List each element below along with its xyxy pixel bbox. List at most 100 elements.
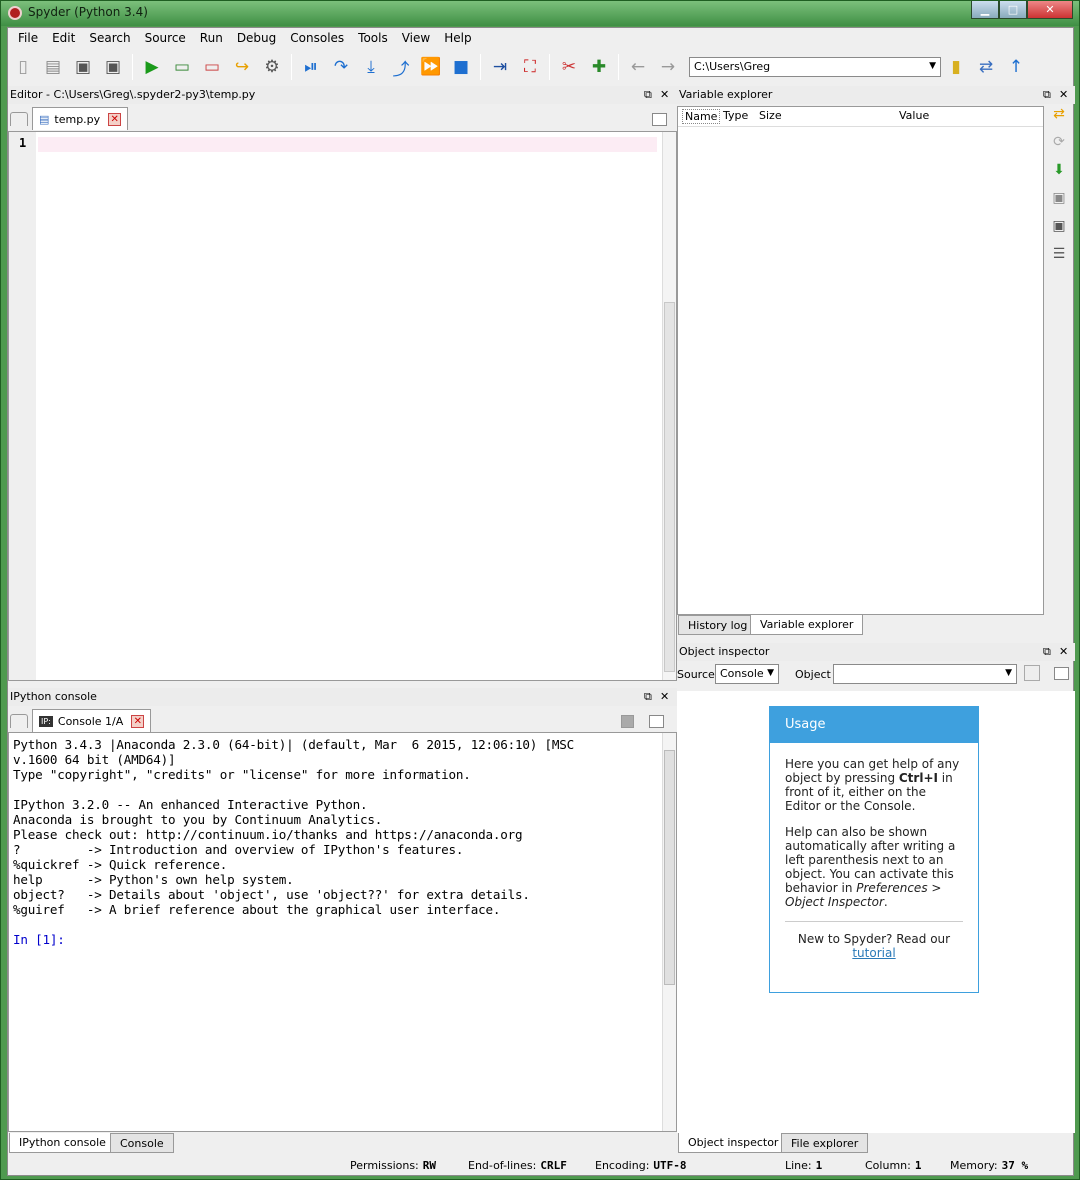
options-menu-icon[interactable]	[1054, 667, 1069, 680]
undock-icon[interactable]: ⧉	[644, 690, 652, 704]
close-pane-icon[interactable]: ✕	[660, 690, 669, 703]
maximize-pane-icon[interactable]: ⇥	[486, 53, 514, 81]
parent-dir-arrow-icon[interactable]: ↑	[1002, 53, 1030, 81]
continue-icon[interactable]: ⏩	[417, 53, 445, 81]
usage-paragraph-2: Help can also be shown automatically aft…	[785, 825, 956, 909]
console-scrollbar-thumb[interactable]	[664, 750, 675, 985]
preferences-icon[interactable]: ✂	[555, 53, 583, 81]
menu-search[interactable]: Search	[82, 31, 137, 45]
close-window-button[interactable]: ✕	[1027, 1, 1073, 19]
minimize-button[interactable]: ▁	[971, 1, 999, 19]
download-arrow-icon[interactable]: ⬇	[1048, 162, 1070, 190]
status-memory: Memory: 37 %	[950, 1159, 1029, 1172]
new-file-icon[interactable]: ▯	[9, 53, 37, 81]
back-arrow-icon[interactable]: ←	[624, 53, 652, 81]
undock-icon[interactable]: ⧉	[1043, 88, 1051, 102]
debug-icon[interactable]: ⏯	[297, 53, 325, 81]
menu-run[interactable]: Run	[193, 31, 230, 45]
run-icon[interactable]: ▶	[138, 53, 166, 81]
step-into-icon[interactable]: ⤓	[357, 53, 385, 81]
run-cell-advance-icon[interactable]: ▭	[198, 53, 226, 81]
tab-variable-explorer[interactable]: Variable explorer	[750, 615, 864, 635]
options-menu-icon[interactable]	[649, 715, 664, 728]
stop-kernel-icon[interactable]	[621, 715, 634, 728]
save-icon[interactable]: ▣	[69, 53, 97, 81]
tutorial-link[interactable]: tutorial	[852, 946, 895, 960]
menu-consoles[interactable]: Consoles	[283, 31, 351, 45]
column-header-name[interactable]: Name	[682, 109, 721, 124]
maximize-button[interactable]: □	[999, 1, 1027, 19]
main-area: File Edit Search Source Run Debug Consol…	[7, 27, 1075, 1176]
tab-history-log[interactable]: History log	[678, 615, 758, 635]
tab-ipython-console[interactable]: IPython console	[9, 1133, 116, 1153]
open-file-icon[interactable]: ▤	[39, 53, 67, 81]
import-data-icon[interactable]: ⇄	[1048, 106, 1070, 134]
source-select[interactable]: Console ▼	[715, 664, 779, 684]
editor-pane-title: Editor - C:\Users\Greg\.spyder2-py3\temp…	[10, 88, 256, 101]
menu-tools[interactable]: Tools	[351, 31, 395, 45]
step-return-icon[interactable]: ⤴	[387, 53, 415, 81]
step-icon[interactable]: ↷	[327, 53, 355, 81]
console-prompt[interactable]: In [1]:	[13, 932, 574, 947]
close-pane-icon[interactable]: ✕	[1059, 645, 1068, 658]
editor-scrollbar-thumb[interactable]	[664, 302, 675, 672]
tab-console-1a[interactable]: IP: Console 1/A ✕	[32, 709, 152, 732]
menu-bar: File Edit Search Source Run Debug Consol…	[8, 28, 1073, 48]
variable-table[interactable]: Name Type Size Value	[677, 106, 1044, 615]
working-directory-combo[interactable]: C:\Users\Greg ▼	[689, 57, 941, 77]
refresh-icon[interactable]: ⟳	[1048, 134, 1070, 162]
lock-icon[interactable]	[1024, 665, 1040, 681]
menu-edit[interactable]: Edit	[45, 31, 82, 45]
status-eol: End-of-lines: CRLF	[468, 1159, 567, 1172]
column-header-value[interactable]: Value	[899, 109, 929, 122]
save-data-icon[interactable]: ▣	[1048, 190, 1070, 218]
python-change-dir-icon[interactable]: ⇄	[972, 53, 1000, 81]
pythonpath-manager-icon[interactable]: ✚	[585, 53, 613, 81]
stop-debug-icon[interactable]: ■	[447, 53, 475, 81]
console-scrollbar[interactable]	[662, 733, 676, 1131]
run-cell-icon[interactable]: ▭	[168, 53, 196, 81]
menu-debug[interactable]: Debug	[230, 31, 283, 45]
browse-tabs-icon[interactable]	[10, 112, 28, 126]
source-label: Source	[677, 668, 715, 681]
menu-help[interactable]: Help	[437, 31, 478, 45]
column-header-size[interactable]: Size	[759, 109, 782, 122]
tab-file-explorer[interactable]: File explorer	[781, 1133, 869, 1153]
browse-tabs-icon[interactable]	[10, 714, 28, 728]
menu-source[interactable]: Source	[138, 31, 193, 45]
variable-explorer-header: Variable explorer ⧉ ✕	[677, 86, 1075, 104]
run-config-icon[interactable]: ⚙	[258, 53, 286, 81]
code-editor[interactable]: 1	[8, 131, 677, 681]
tab-temp-py[interactable]: ▤ temp.py ✕	[32, 107, 129, 130]
close-pane-icon[interactable]: ✕	[1059, 88, 1068, 101]
object-inspector-content: Usage Here you can get help of any objec…	[677, 691, 1075, 1133]
run-selection-icon[interactable]: ↪	[228, 53, 256, 81]
options-menu-icon[interactable]: ☰	[1048, 246, 1070, 274]
tab-object-inspector[interactable]: Object inspector	[678, 1133, 789, 1153]
status-column: Column: 1	[865, 1159, 922, 1172]
title-bar[interactable]: Spyder (Python 3.4) ▁ □ ✕	[1, 1, 1079, 26]
menu-file[interactable]: File	[11, 31, 45, 45]
save-all-icon[interactable]: ▣	[99, 53, 127, 81]
ipython-console[interactable]: Python 3.4.3 |Anaconda 2.3.0 (64-bit)| (…	[8, 732, 677, 1132]
usage-title: Usage	[770, 707, 978, 743]
undock-icon[interactable]: ⧉	[644, 88, 652, 102]
tab-console[interactable]: Console	[110, 1133, 174, 1153]
undock-icon[interactable]: ⧉	[1043, 645, 1051, 659]
object-input[interactable]: ▼	[833, 664, 1017, 684]
object-inspector-header: Object inspector ⧉ ✕	[677, 643, 1075, 661]
column-header-type[interactable]: Type	[723, 109, 748, 122]
browse-folder-icon[interactable]: ▮	[942, 53, 970, 81]
options-menu-icon[interactable]	[652, 113, 667, 126]
save-data-as-icon[interactable]: ▣	[1048, 218, 1070, 246]
close-pane-icon[interactable]: ✕	[660, 88, 669, 101]
table-header: Name Type Size Value	[678, 107, 1043, 127]
menu-view[interactable]: View	[395, 31, 437, 45]
main-toolbar: ▯ ▤ ▣ ▣ ▶ ▭ ▭ ↪ ⚙ ⏯ ↷ ⤓ ⤴ ⏩ ■ ⇥ ⛶ ✂ ✚ ← …	[8, 50, 1073, 84]
forward-arrow-icon[interactable]: →	[654, 53, 682, 81]
fullscreen-icon[interactable]: ⛶	[516, 53, 544, 81]
close-tab-icon[interactable]: ✕	[108, 112, 122, 126]
usage-body: Here you can get help of any object by p…	[770, 743, 978, 960]
close-tab-icon[interactable]: ✕	[131, 714, 145, 728]
editor-scrollbar[interactable]	[662, 132, 676, 680]
